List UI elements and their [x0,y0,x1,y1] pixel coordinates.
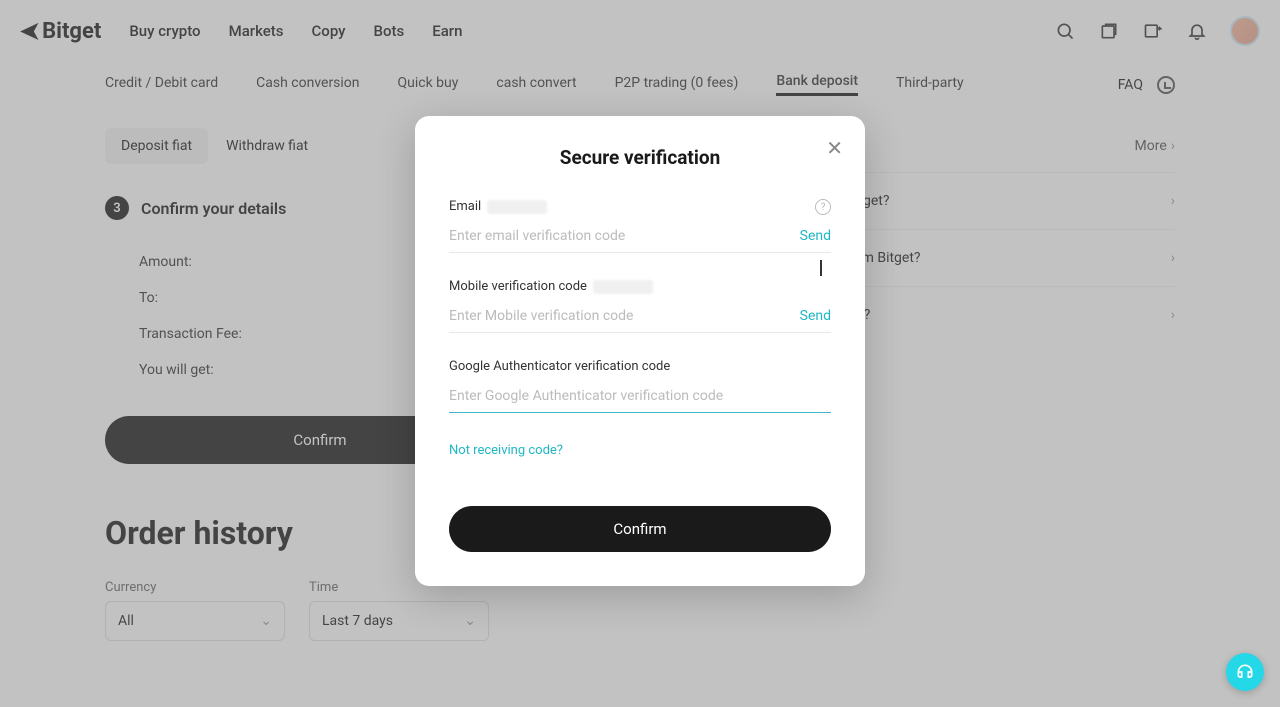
close-icon[interactable]: ✕ [826,136,843,160]
text-cursor [820,260,822,276]
email-code-input[interactable] [449,228,790,244]
ga-group: Google Authenticator verification code [449,359,831,413]
ga-label: Google Authenticator verification code [449,359,831,374]
send-mobile-code[interactable]: Send [790,308,831,324]
email-input-row: Send [449,218,831,253]
ga-input-row [449,378,831,413]
send-email-code[interactable]: Send [790,228,831,244]
email-label-text: Email [449,199,481,214]
ga-code-input[interactable] [449,388,831,404]
support-bubble[interactable] [1226,653,1264,691]
secure-verification-modal: ✕ Secure verification Email ? Send Mobil… [415,116,865,586]
masked-email [487,200,547,214]
mobile-label: Mobile verification code [449,279,831,294]
mobile-group: Mobile verification code Send [449,279,831,333]
modal-confirm-label: Confirm [613,520,666,538]
mobile-code-input[interactable] [449,308,790,324]
modal-overlay: ✕ Secure verification Email ? Send Mobil… [0,0,1280,707]
help-icon[interactable]: ? [815,199,831,215]
email-label: Email [449,199,831,214]
email-group: Email ? Send [449,199,831,253]
modal-title: Secure verification [449,146,831,169]
masked-mobile [593,280,653,294]
modal-confirm-button[interactable]: Confirm [449,506,831,552]
not-receiving-link[interactable]: Not receiving code? [449,443,563,458]
mobile-input-row: Send [449,298,831,333]
mobile-label-text: Mobile verification code [449,279,587,294]
headset-icon [1235,662,1255,682]
